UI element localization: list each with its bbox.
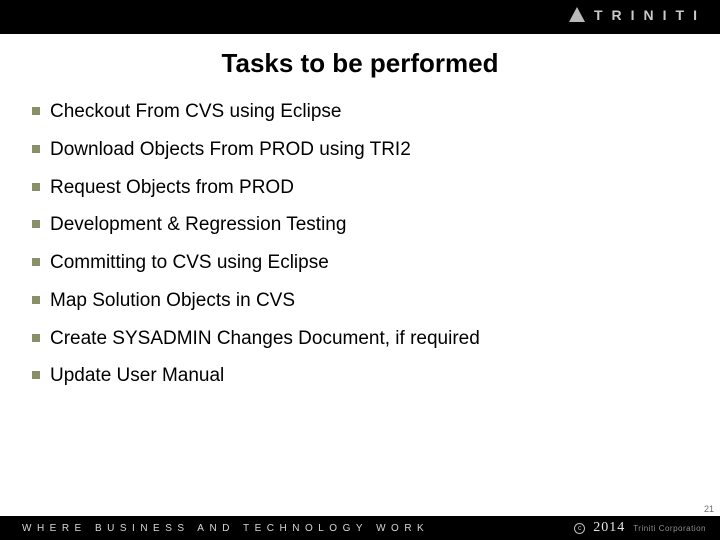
list-item-text: Development & Regression Testing [50,213,346,237]
list-item: Request Objects from PROD [32,176,688,200]
bullet-icon [32,296,40,304]
footer-right: c 2014 Triniti Corporation [574,516,706,540]
slide: TRINITI Tasks to be performed Checkout F… [0,0,720,540]
bullet-icon [32,183,40,191]
brand-name: TRINITI [594,7,706,23]
list-item-text: Update User Manual [50,364,224,388]
top-bar: TRINITI [0,0,720,34]
bullet-icon [32,258,40,266]
list-item: Map Solution Objects in CVS [32,289,688,313]
slide-title: Tasks to be performed [0,48,720,79]
list-item: Update User Manual [32,364,688,388]
footer-year: 2014 [593,520,625,536]
bullet-icon [32,371,40,379]
bullet-icon [32,107,40,115]
list-item: Download Objects From PROD using TRI2 [32,138,688,162]
list-item: Development & Regression Testing [32,213,688,237]
bullet-icon [32,220,40,228]
brand: TRINITI [568,6,706,24]
list-item-text: Map Solution Objects in CVS [50,289,295,313]
bullet-icon [32,334,40,342]
list-item-text: Checkout From CVS using Eclipse [50,100,341,124]
triangle-icon [568,6,586,24]
list-item: Checkout From CVS using Eclipse [32,100,688,124]
footer-bar: WHERE BUSINESS AND TECHNOLOGY WORK c 201… [0,516,720,540]
footer-tagline: WHERE BUSINESS AND TECHNOLOGY WORK [22,523,429,534]
list-item-text: Committing to CVS using Eclipse [50,251,329,275]
bullet-icon [32,145,40,153]
footer-corp: Triniti Corporation [633,524,706,533]
list-item: Committing to CVS using Eclipse [32,251,688,275]
list-item-text: Request Objects from PROD [50,176,294,200]
list-item-text: Create SYSADMIN Changes Document, if req… [50,327,480,351]
task-list: Checkout From CVS using Eclipse Download… [32,100,688,402]
page-number: 21 [704,504,714,514]
list-item: Create SYSADMIN Changes Document, if req… [32,327,688,351]
list-item-text: Download Objects From PROD using TRI2 [50,138,411,162]
copyright-icon: c [574,523,585,534]
